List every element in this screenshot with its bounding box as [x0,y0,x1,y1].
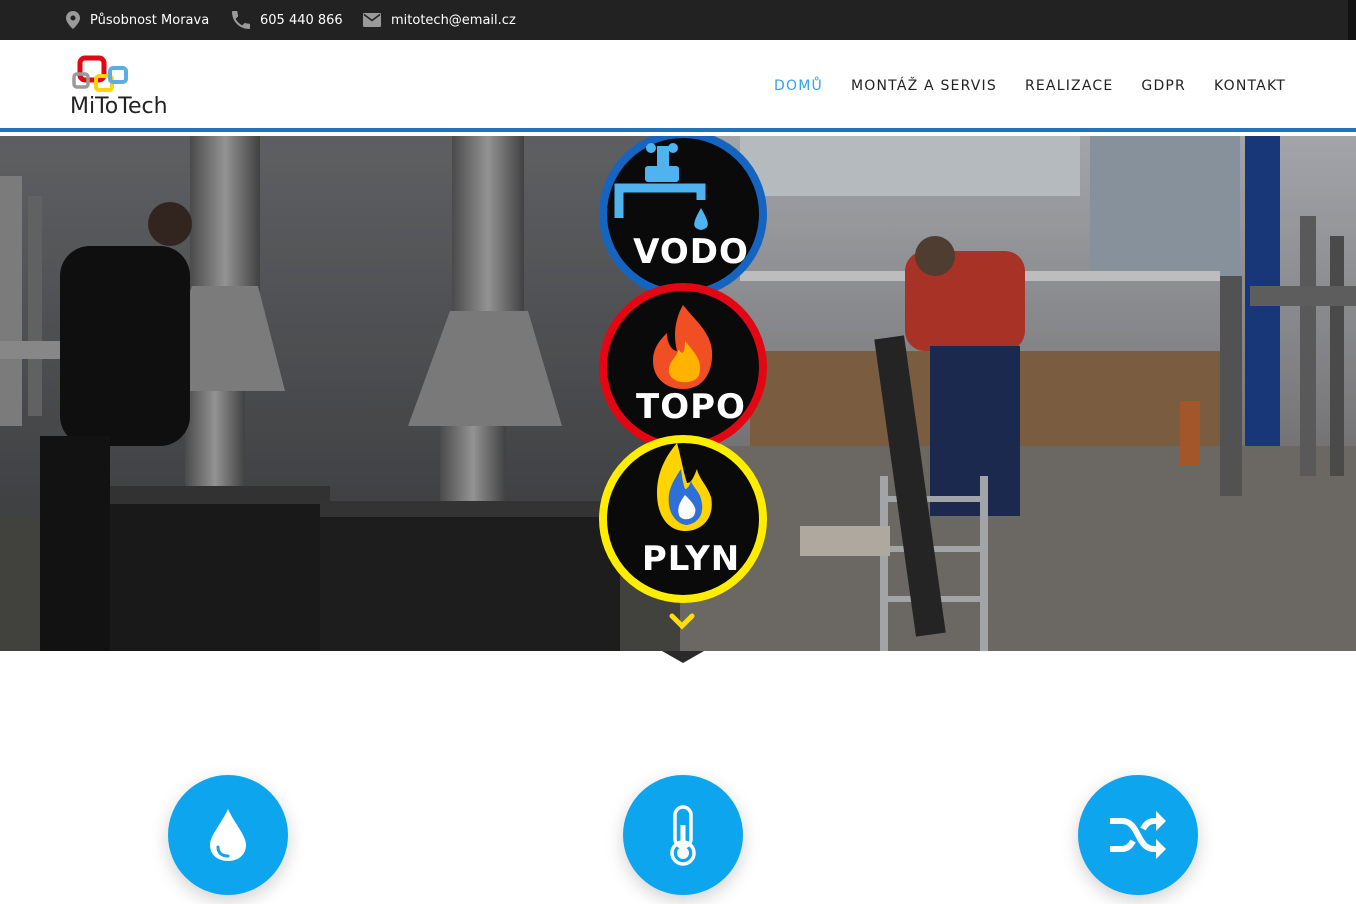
feature-heating[interactable] [623,775,743,895]
top-info-bar: Působnost Morava 605 440 866 mitotech@em… [0,0,1356,40]
feature-water[interactable] [168,775,288,895]
location-text: Působnost Morava [90,12,210,28]
water-drop-icon [210,809,246,861]
shuffle-icon [1110,811,1166,859]
badge-vodo-label: VODO [633,232,749,272]
site-logo[interactable]: MiToTech [66,54,186,120]
main-nav: DOMŮ MONTÁŽ A SERVIS REALIZACE GDPR KONT… [746,40,1286,132]
location-info: Působnost Morava [66,0,209,40]
chevron-down-icon[interactable] [668,612,696,634]
site-header: MiToTech DOMŮ MONTÁŽ A SERVIS REALIZACE … [0,40,1356,132]
map-pin-icon [66,11,80,29]
nav-item-montaz-a-servis[interactable]: MONTÁŽ A SERVIS [851,78,997,94]
nav-item-kontakt[interactable]: KONTAKT [1214,78,1286,94]
nav-item-domu[interactable]: DOMŮ [774,78,823,94]
scrollbar-edge [1348,0,1356,40]
badge-plyn[interactable]: PLYN [599,435,767,603]
hero-notch [662,651,704,663]
email-info[interactable]: mitotech@email.cz [363,0,516,40]
email-text: mitotech@email.cz [391,12,516,28]
badge-vodo[interactable]: VODO [599,136,767,298]
hero-banner: VODO TOPO PLYN [0,136,1356,651]
badge-plyn-label: PLYN [641,539,741,579]
thermometer-icon [670,805,696,866]
envelope-icon [363,13,381,27]
phone-icon [232,11,250,29]
feature-gas[interactable] [1078,775,1198,895]
logo-text: MiToTech [70,94,168,119]
nav-item-realizace[interactable]: REALIZACE [1025,78,1113,94]
nav-item-gdpr[interactable]: GDPR [1141,78,1186,94]
phone-info[interactable]: 605 440 866 [232,0,343,40]
phone-text: 605 440 866 [260,12,343,28]
badge-topo-label: TOPO [636,387,746,427]
badge-topo[interactable]: TOPO [599,283,767,451]
